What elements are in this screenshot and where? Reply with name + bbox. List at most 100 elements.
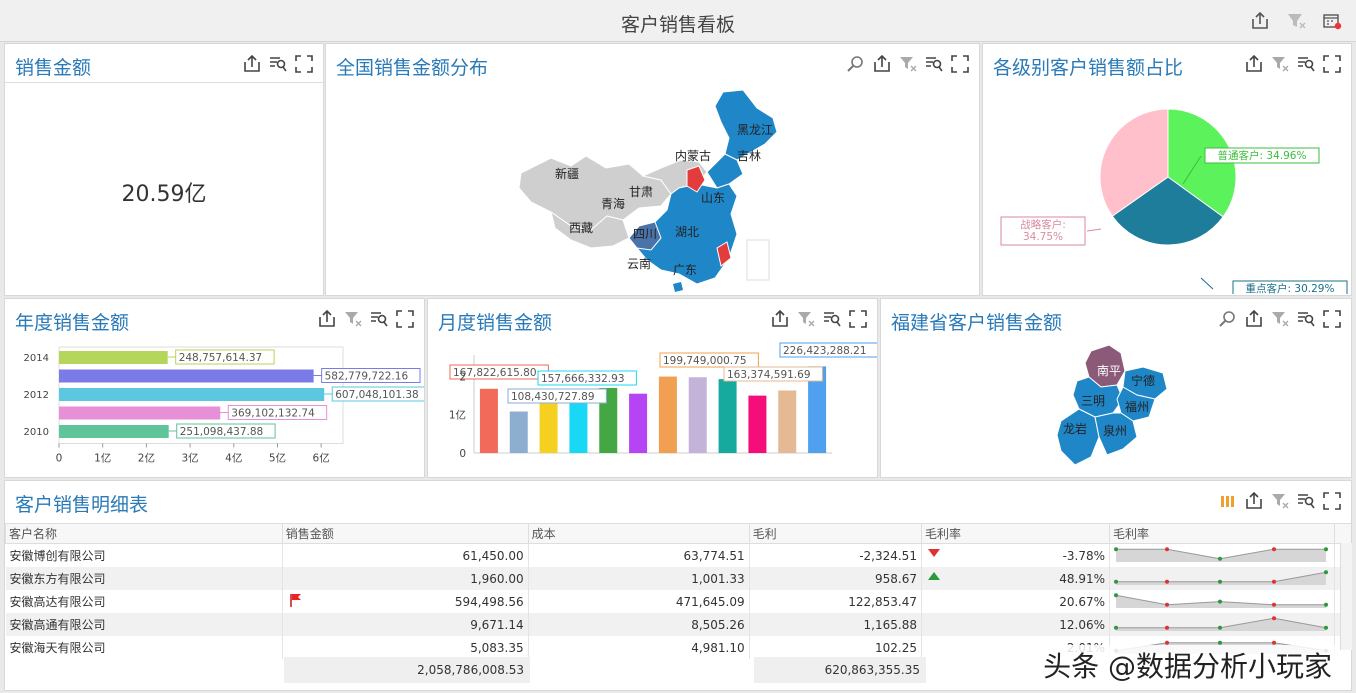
header-sales[interactable]: 销售金额 (281, 523, 529, 544)
monthly-bar[interactable] (778, 390, 797, 453)
map-label: 三明 (1081, 394, 1105, 408)
table-row[interactable]: 安徽东方有限公司 1,960.00 1,001.33 958.67 48.91% (5, 567, 1351, 590)
column-settings-icon[interactable] (1219, 492, 1237, 510)
annual-bar[interactable] (59, 388, 325, 401)
zoom-icon[interactable] (847, 55, 865, 73)
table-row[interactable]: 安徽高达有限公司 594,498.56 471,645.09 122,853.47 20… (5, 590, 1351, 613)
header-customer-name[interactable]: 客户名称 (5, 523, 283, 544)
export-icon[interactable] (1245, 309, 1263, 328)
annual-sales-chart[interactable]: 248,757,614.37 582,779,722.16 607,048,101.… (5, 339, 424, 477)
cell-margin-text: 48.91% (1059, 571, 1106, 586)
fullscreen-icon[interactable] (295, 55, 313, 73)
cell-margin-sparkline (1109, 590, 1336, 613)
margin-sparkline (1114, 616, 1329, 631)
monthly-bar[interactable] (479, 388, 498, 453)
filter-search-icon[interactable] (823, 310, 841, 328)
cell-customer-name-text: 安徽高通有限公司 (9, 618, 106, 632)
national-map-panel: 全国销售金额分布 黑龙江 吉林 内蒙古 新疆 甘肃 青海 山东 西藏 四川 湖北… (325, 43, 980, 296)
header-margin[interactable]: 毛利率 (920, 523, 1111, 544)
filter-search-icon[interactable] (1297, 310, 1315, 328)
export-icon[interactable] (1250, 11, 1270, 30)
export-icon[interactable] (1245, 491, 1263, 510)
export-icon[interactable] (243, 54, 261, 73)
y-tick-label: 2 (459, 371, 466, 383)
clear-filter-icon[interactable] (1271, 55, 1289, 73)
clear-filter-icon[interactable] (1286, 12, 1306, 30)
map-label: 广东 (673, 263, 697, 277)
monthly-data-label: 199,749,000.75 (663, 355, 747, 367)
cell-sales: 1,960.00 (282, 567, 529, 590)
cell-margin-sparkline (1109, 567, 1336, 590)
header-profit[interactable]: 毛利 (748, 523, 922, 544)
table-row[interactable]: 安徽高通有限公司 9,671.14 8,505.26 1,165.88 12.06% (5, 613, 1351, 636)
clear-filter-icon[interactable] (899, 55, 917, 73)
sparkline-point (1114, 593, 1119, 598)
cell-customer-name: 安徽高达有限公司 (5, 590, 283, 613)
pie-leader-line (1200, 277, 1214, 290)
cell-customer-name-text: 安徽博创有限公司 (9, 549, 106, 563)
export-icon[interactable] (771, 309, 789, 328)
clear-filter-icon[interactable] (344, 310, 362, 328)
fullscreen-icon[interactable] (396, 310, 414, 328)
cell-profit: 958.67 (749, 567, 922, 590)
calendar-settings-icon[interactable] (1322, 12, 1342, 30)
fullscreen-icon[interactable] (1323, 55, 1341, 73)
pie-data-label: 34.75% (1023, 231, 1063, 243)
x-tick-label: 4亿 (225, 452, 242, 465)
trend-down-icon (927, 549, 940, 557)
fullscreen-icon[interactable] (951, 55, 969, 73)
cell-cost: 471,645.09 (528, 590, 750, 613)
annual-data-label: 248,757,614.37 (179, 352, 262, 364)
cell-margin: 20.67% (921, 590, 1111, 613)
export-icon[interactable] (873, 54, 891, 73)
annual-sales-title: 年度销售金额 (15, 312, 130, 334)
fullscreen-icon[interactable] (1323, 310, 1341, 328)
filter-search-icon[interactable] (925, 55, 943, 73)
x-tick-label: 3亿 (181, 452, 198, 465)
y-tick-label: 2014 (24, 353, 49, 364)
fujian-map-title: 福建省客户销售金额 (891, 312, 1063, 334)
customer-level-pie[interactable]: 普通客户: 34.96% 重点客户: 30.29% 战略客户:34.75% (983, 84, 1351, 294)
cell-profit-text: 958.67 (874, 571, 917, 586)
monthly-bar[interactable] (509, 411, 528, 453)
filter-search-icon[interactable] (269, 55, 287, 73)
monthly-bar[interactable] (539, 402, 558, 453)
fujian-map[interactable]: 南平 宁德 三明 福州 龙岩 泉州 (1051, 341, 1181, 475)
fullscreen-icon[interactable] (1323, 492, 1341, 510)
pie-data-label: 战略客户: (1020, 218, 1066, 231)
map-label: 山东 (701, 191, 725, 205)
table-row[interactable]: 安徽博创有限公司 61,450.00 63,774.51 -2,324.51 -3.78… (5, 543, 1351, 567)
map-label: 龙岩 (1063, 421, 1087, 436)
monthly-bar[interactable] (629, 393, 648, 453)
monthly-bar[interactable] (748, 395, 767, 453)
monthly-sales-chart[interactable]: 167,822,615.80108,430,727.89157,666,332.… (428, 339, 877, 477)
zoom-icon[interactable] (1219, 310, 1237, 328)
table-scrollbar[interactable] (1340, 543, 1352, 650)
y-tick-label: 1亿 (449, 409, 466, 422)
cell-sales-text: 61,450.00 (462, 548, 524, 563)
monthly-bar[interactable] (718, 379, 737, 453)
monthly-data-label: 157,666,332.93 (541, 373, 625, 385)
header-cost[interactable]: 成本 (527, 523, 750, 544)
clear-filter-icon[interactable] (1271, 310, 1289, 328)
annual-bar[interactable] (59, 369, 314, 383)
annual-bar[interactable] (59, 425, 169, 438)
filter-search-icon[interactable] (370, 310, 388, 328)
sparkline-point (1324, 570, 1329, 575)
sales-total-value: 20.59亿 (121, 182, 207, 207)
header-margin-sparkline[interactable]: 毛利率 (1109, 523, 1336, 544)
clear-filter-icon[interactable] (1271, 492, 1289, 510)
export-icon[interactable] (1245, 54, 1263, 73)
export-icon[interactable] (318, 309, 336, 328)
monthly-bar[interactable] (688, 377, 707, 453)
filter-search-icon[interactable] (1297, 492, 1315, 510)
china-map[interactable]: 黑龙江 吉林 内蒙古 新疆 甘肃 青海 山东 西藏 四川 湖北 云南 广东 (511, 88, 781, 294)
monthly-bar[interactable] (658, 376, 677, 453)
annual-bar[interactable] (59, 351, 168, 364)
clear-filter-icon[interactable] (797, 310, 815, 328)
filter-search-icon[interactable] (1297, 55, 1315, 73)
margin-sparkline (1114, 570, 1329, 585)
annual-bar[interactable] (59, 406, 221, 420)
fullscreen-icon[interactable] (849, 310, 867, 328)
sparkline-point (1114, 625, 1119, 630)
